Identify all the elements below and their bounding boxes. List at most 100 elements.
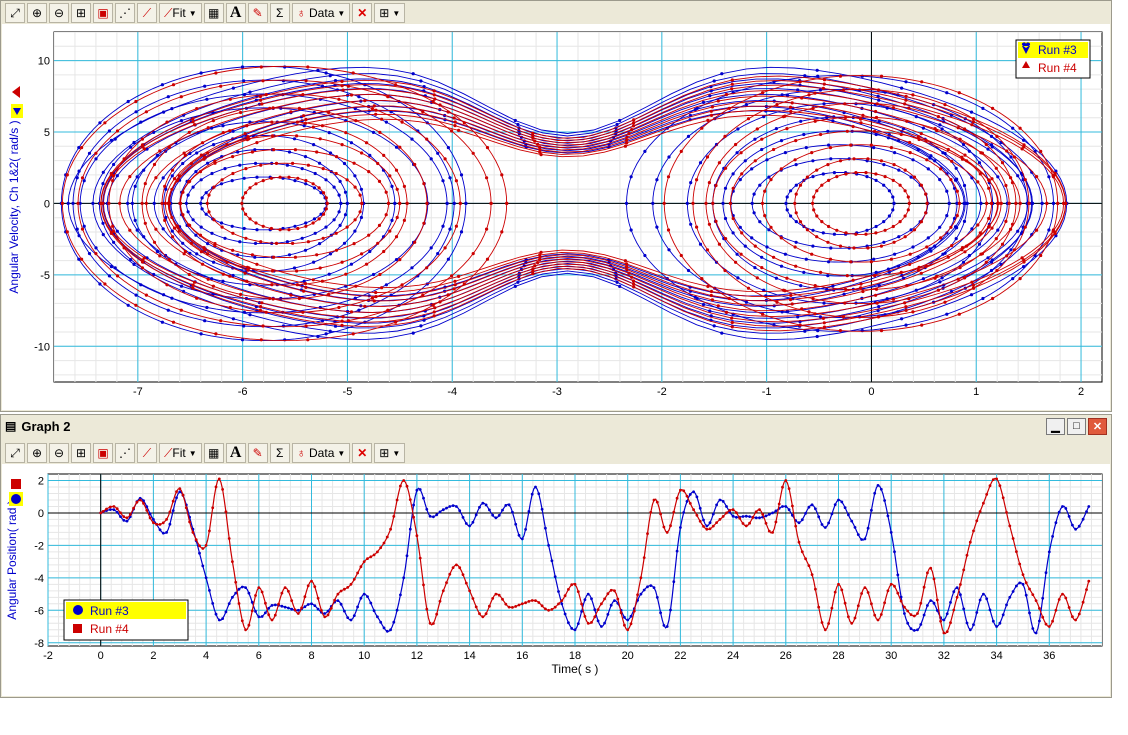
data-select-button[interactable]: ♁ Data ▼ (291, 443, 351, 463)
data-point (315, 150, 319, 154)
curve-fit-button[interactable]: ⟋ Fit ▼ (159, 443, 202, 463)
data-point (454, 224, 458, 228)
data-point (144, 110, 148, 114)
examine-icon[interactable]: ⋰ (115, 3, 135, 23)
data-point (1047, 175, 1051, 179)
data-point (191, 218, 195, 222)
tangent-icon[interactable]: ⟋ (137, 443, 157, 463)
data-point (422, 496, 425, 500)
data-point (702, 518, 705, 522)
data-point (132, 140, 136, 145)
x-tick-label: 4 (203, 650, 209, 662)
data-point (956, 277, 960, 281)
data-point (244, 236, 248, 240)
data-point (788, 298, 793, 302)
examine-icon[interactable]: ⋰ (115, 443, 135, 463)
zoom-in-icon[interactable]: ⊕ (27, 443, 47, 463)
data-point (303, 595, 307, 599)
data-point (507, 503, 511, 507)
calculator-icon[interactable]: ▦ (203, 443, 224, 463)
data-point (908, 262, 912, 266)
data-point (77, 234, 81, 238)
autoscale-icon[interactable]: ⤢ (5, 443, 25, 463)
data-point (655, 178, 659, 182)
data-point (965, 201, 969, 205)
data-point (642, 588, 646, 592)
data-point (968, 540, 972, 544)
autoscale-icon[interactable]: ⤢ (5, 3, 25, 23)
calculator-icon[interactable]: ▦ (203, 3, 224, 23)
phase-plot[interactable]: -7 -6 -5 -4 -3 -2 -1 0 1 21050-5-10Angular Veloci… (2, 24, 1110, 410)
data-point (201, 141, 205, 145)
delete-icon[interactable]: ✕ (352, 3, 373, 23)
data-point (764, 521, 768, 525)
data-point (390, 218, 394, 222)
data-point (191, 283, 195, 287)
graph-options-button[interactable]: ⊞ ▼ (374, 443, 406, 463)
data-point (270, 134, 275, 138)
tangent-icon[interactable]: ⟋ (137, 3, 157, 23)
data-point (758, 508, 761, 512)
zoom-box-icon[interactable]: ⊞ (71, 3, 91, 23)
data-point (1011, 537, 1015, 540)
data-point (1061, 592, 1064, 596)
data-point (485, 176, 489, 180)
data-point (651, 201, 655, 205)
data-point (822, 301, 826, 305)
data-point (144, 201, 148, 205)
data-point (826, 129, 830, 133)
annotation-icon[interactable]: A (225, 443, 246, 463)
minimize-button[interactable]: ▁ (1046, 417, 1065, 435)
zoom-out-icon[interactable]: ⊖ (49, 3, 69, 23)
data-point (198, 544, 201, 548)
data-point (376, 161, 380, 166)
curve-fit-button[interactable]: ⟋ Fit ▼ (159, 3, 202, 23)
data-point (939, 236, 943, 240)
highlight-icon[interactable]: ✎ (247, 3, 268, 23)
data-point (704, 201, 708, 205)
data-point (1071, 615, 1074, 619)
statistics-icon[interactable]: Σ (269, 443, 290, 463)
data-point (874, 132, 878, 137)
data-point (606, 592, 610, 596)
zoom-out-icon[interactable]: ⊖ (49, 443, 69, 463)
zoom-in-icon[interactable]: ⊕ (27, 3, 47, 23)
data-point (903, 168, 907, 172)
data-point (457, 128, 461, 132)
data-point (240, 338, 245, 342)
data-point (386, 95, 390, 99)
time-plot[interactable]: -2 0 2 4 6 8 10 12 14 16 18 20 22 24 26 28 30 32 34 3620-2-… (2, 464, 1110, 696)
graph-options-button[interactable]: ⊞ ▼ (374, 3, 406, 23)
data-point (1010, 181, 1015, 185)
x-tick-label: 2 (1078, 386, 1084, 398)
data-point (665, 625, 669, 628)
close-button[interactable]: ✕ (1088, 417, 1107, 435)
data-point (1034, 599, 1038, 602)
lock-icon[interactable]: ▣ (93, 443, 113, 463)
data-point (794, 264, 798, 268)
data-point (280, 604, 284, 608)
data-point (170, 174, 174, 178)
data-point (1001, 496, 1005, 500)
delete-icon[interactable]: ✕ (352, 443, 373, 463)
data-point (841, 88, 846, 92)
data-point (1047, 228, 1051, 232)
lock-icon[interactable]: ▣ (93, 3, 113, 23)
y-tick-label: -2 (34, 540, 44, 552)
data-select-button[interactable]: ♁ Data ▼ (291, 3, 351, 23)
data-point (285, 163, 289, 167)
annotation-icon[interactable]: A (225, 3, 246, 23)
data-point (827, 178, 831, 182)
data-point (432, 515, 435, 519)
data-point (268, 296, 272, 301)
data-point (464, 581, 468, 585)
maximize-button[interactable]: □ (1067, 417, 1086, 435)
data-point (531, 272, 535, 276)
data-point (976, 223, 980, 227)
data-point (859, 117, 863, 121)
data-point (841, 315, 846, 319)
x-tick-label: 0 (868, 386, 874, 398)
zoom-box-icon[interactable]: ⊞ (71, 443, 91, 463)
statistics-icon[interactable]: Σ (269, 3, 290, 23)
highlight-icon[interactable]: ✎ (247, 443, 268, 463)
